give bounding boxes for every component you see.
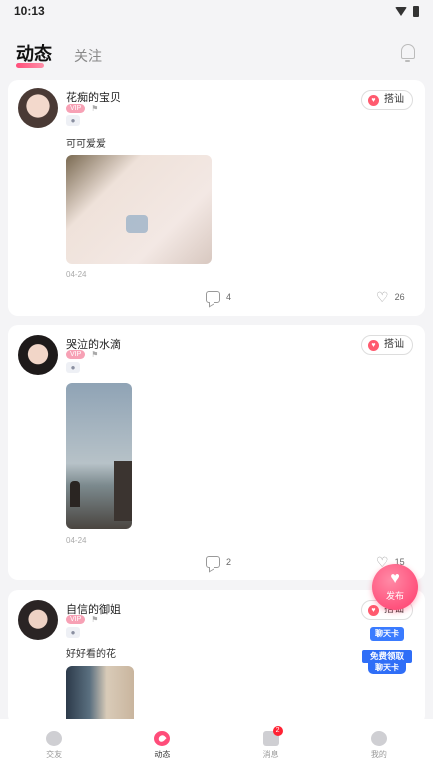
status-time: 10:13 — [14, 4, 45, 18]
feed-icon — [154, 731, 171, 746]
chat-button[interactable]: ♥ 搭讪 — [361, 335, 413, 355]
promo-card: 聊天卡 — [368, 662, 406, 674]
chat-icon: ♥ — [368, 605, 379, 616]
user-badges: VIP ⚑ — [66, 615, 98, 624]
heart-icon: ♡ — [376, 289, 389, 305]
comment-count[interactable]: 2 — [206, 556, 231, 568]
post-photo[interactable] — [66, 383, 132, 529]
post-author[interactable]: 花痴的宝贝 — [66, 89, 121, 105]
tag-badge: ● — [66, 362, 80, 373]
tab-follow[interactable]: 关注 — [74, 46, 102, 66]
bottom-tab-bar: 交友 动态 2 消息 我的 — [0, 719, 433, 771]
chat-button[interactable]: ♥ 搭讪 — [361, 90, 413, 110]
tag-badge: ● — [66, 627, 80, 638]
battery-icon — [413, 5, 419, 17]
tab-moments[interactable]: 动态 — [108, 719, 216, 771]
comment-icon — [206, 556, 220, 568]
tab-feed[interactable]: 动态 — [16, 40, 52, 68]
post-photo[interactable] — [66, 155, 212, 264]
flag-icon: ⚑ — [91, 104, 99, 113]
message-icon: 2 — [262, 726, 283, 746]
vip-badge: VIP — [66, 350, 86, 359]
promo-title: 聊天卡 — [370, 627, 404, 641]
heart-icon: ♥ — [390, 570, 400, 587]
unread-badge: 2 — [272, 726, 283, 736]
person-silhouette — [70, 481, 80, 507]
profile-icon — [370, 731, 387, 746]
post-card[interactable]: 哭泣的水滴 VIP ⚑ ● ♥ 搭讪 04-24 2 ♡ 15 — [8, 325, 425, 580]
user-badges: VIP ⚑ — [66, 104, 98, 113]
post-date: 04-24 — [66, 536, 87, 545]
status-bar: 10:13 — [0, 0, 433, 22]
post-photo[interactable] — [66, 666, 134, 725]
avatar[interactable] — [18, 88, 58, 128]
like-count[interactable]: ♡ 26 — [376, 290, 405, 304]
status-icons — [395, 5, 419, 17]
wifi-icon — [395, 6, 407, 16]
post-text: 好好看的花 — [66, 649, 116, 660]
post-text: 可可爱爱 — [66, 139, 106, 150]
publish-button[interactable]: ♥ 发布 — [372, 564, 418, 610]
post-card[interactable]: 花痴的宝贝 VIP ⚑ ● ♥ 搭讪 可可爱爱 04-24 4 ♡ 26 — [8, 80, 425, 316]
avatar[interactable] — [18, 335, 58, 375]
friends-icon — [46, 731, 63, 746]
comment-count[interactable]: 4 — [206, 291, 231, 303]
bell-icon[interactable] — [401, 44, 415, 62]
tag-badge: ● — [66, 115, 80, 126]
chat-icon: ♥ — [368, 95, 379, 106]
tab-friends[interactable]: 交友 — [0, 719, 108, 771]
tab-profile[interactable]: 我的 — [325, 719, 433, 771]
tab-messages[interactable]: 2 消息 — [217, 719, 325, 771]
chat-card-promo[interactable]: 聊天卡 免费领取 聊天卡 — [362, 624, 412, 676]
user-badges: VIP ⚑ — [66, 350, 98, 359]
flag-icon: ⚑ — [91, 615, 99, 624]
comment-icon — [206, 291, 220, 303]
avatar[interactable] — [18, 600, 58, 640]
flag-icon: ⚑ — [91, 350, 99, 359]
vip-badge: VIP — [66, 104, 86, 113]
vip-badge: VIP — [66, 615, 86, 624]
post-date: 04-24 — [66, 270, 87, 279]
building-silhouette — [114, 461, 132, 521]
chat-icon: ♥ — [368, 340, 379, 351]
header: 动态 关注 — [0, 30, 433, 74]
shirt-print — [126, 215, 148, 233]
